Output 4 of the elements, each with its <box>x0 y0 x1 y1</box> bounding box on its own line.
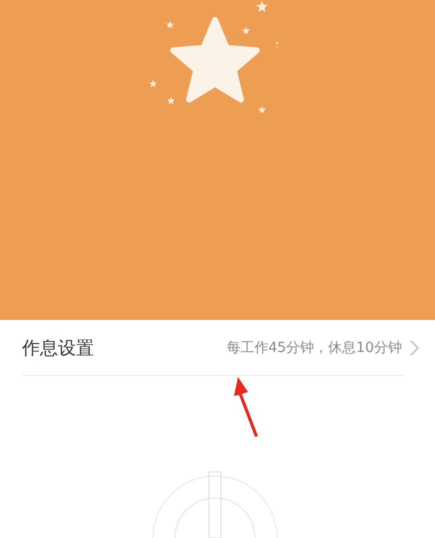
setting-label: 作息设置 <box>22 336 95 360</box>
setting-value: 每工作45分钟，休息10分钟 <box>226 338 402 356</box>
settings-row[interactable]: 作息设置 每工作45分钟，休息10分钟 <box>0 320 435 375</box>
chevron-icon <box>410 340 419 356</box>
